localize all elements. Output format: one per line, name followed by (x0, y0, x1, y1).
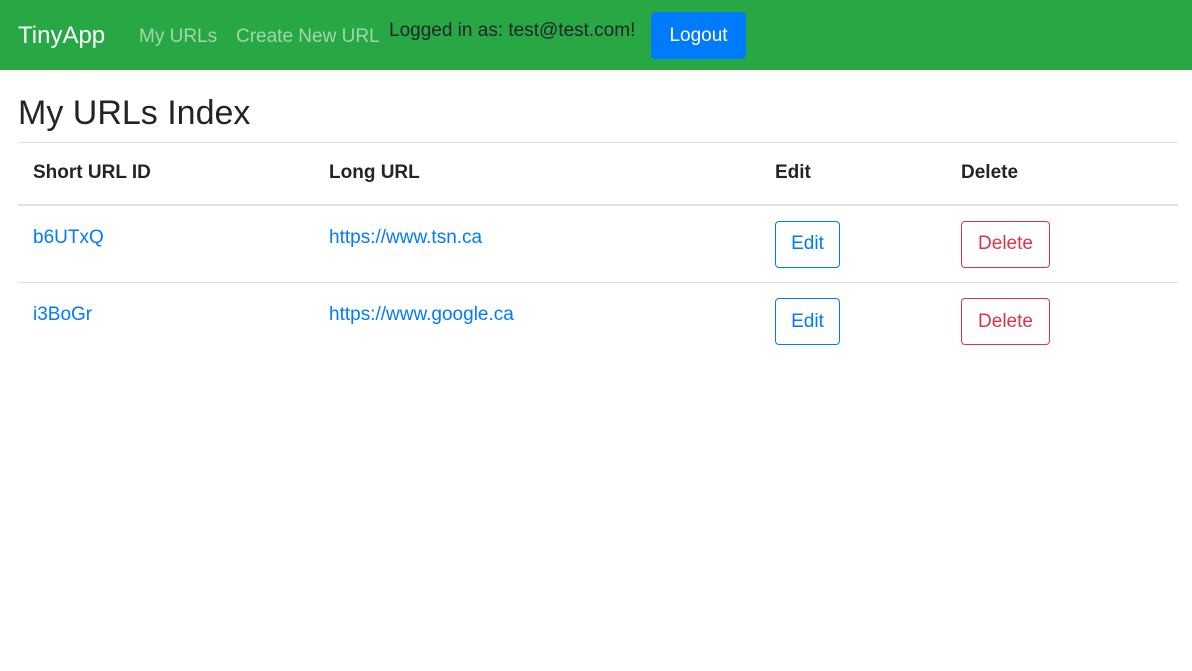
header-short-url-id: Short URL ID (18, 142, 314, 206)
table-row: i3BoGr https://www.google.ca Edit Delete (18, 283, 1178, 361)
short-url-link[interactable]: b6UTxQ (33, 226, 104, 250)
header-edit: Edit (760, 142, 946, 206)
short-url-link[interactable]: i3BoGr (33, 303, 92, 327)
edit-button[interactable]: Edit (775, 298, 840, 345)
logged-in-status: Logged in as: test@test.com! (389, 20, 636, 41)
long-url-link[interactable]: https://www.google.ca (329, 303, 514, 327)
page-title: My URLs Index (18, 94, 251, 132)
brand-link[interactable]: TinyApp (18, 20, 105, 52)
top-navbar: TinyApp My URLs Create New URL Logged in… (0, 0, 1192, 70)
delete-button[interactable]: Delete (961, 220, 1050, 268)
long-url-link[interactable]: https://www.tsn.ca (329, 226, 482, 250)
nav-link-my-urls[interactable]: My URLs (139, 24, 217, 50)
urls-table: Short URL ID Long URL Edit Delete b6UTxQ… (18, 142, 1178, 361)
edit-button[interactable]: Edit (775, 220, 840, 268)
header-long-url: Long URL (314, 142, 760, 206)
nav-link-create-new-url[interactable]: Create New URL (236, 24, 380, 50)
table-row: b6UTxQ https://www.tsn.ca Edit Delete (18, 204, 1178, 283)
table-header-row: Short URL ID Long URL Edit Delete (18, 142, 1178, 206)
header-delete: Delete (946, 142, 1178, 206)
logout-button[interactable]: Logout (651, 12, 746, 59)
delete-button[interactable]: Delete (961, 298, 1050, 345)
